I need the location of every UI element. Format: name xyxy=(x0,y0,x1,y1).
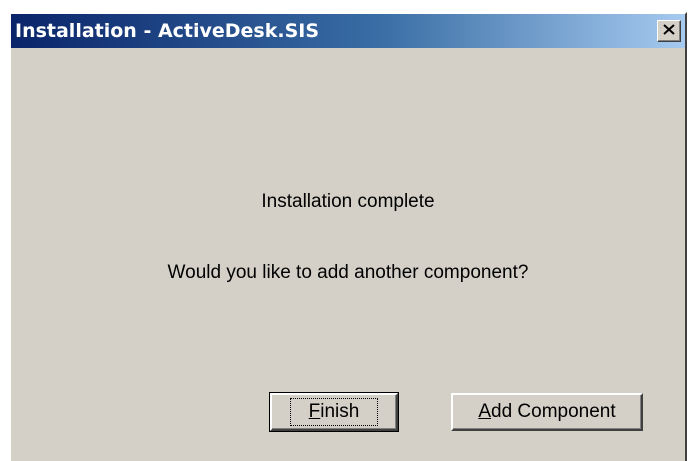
prompt-message: Would you like to add another component? xyxy=(167,262,529,283)
finish-button[interactable]: Finish xyxy=(269,392,399,432)
title-bar[interactable]: Installation - ActiveDesk.SIS xyxy=(11,14,685,48)
status-message: Installation complete xyxy=(261,191,435,212)
window-title: Installation - ActiveDesk.SIS xyxy=(15,20,320,42)
close-button[interactable] xyxy=(657,20,681,42)
add-component-button-label: Add Component xyxy=(478,401,616,422)
installer-dialog: Installation - ActiveDesk.SIS Installati… xyxy=(9,12,687,461)
close-icon xyxy=(663,22,675,40)
add-component-button[interactable]: Add Component xyxy=(451,393,643,431)
finish-button-label: Finish xyxy=(289,398,379,426)
